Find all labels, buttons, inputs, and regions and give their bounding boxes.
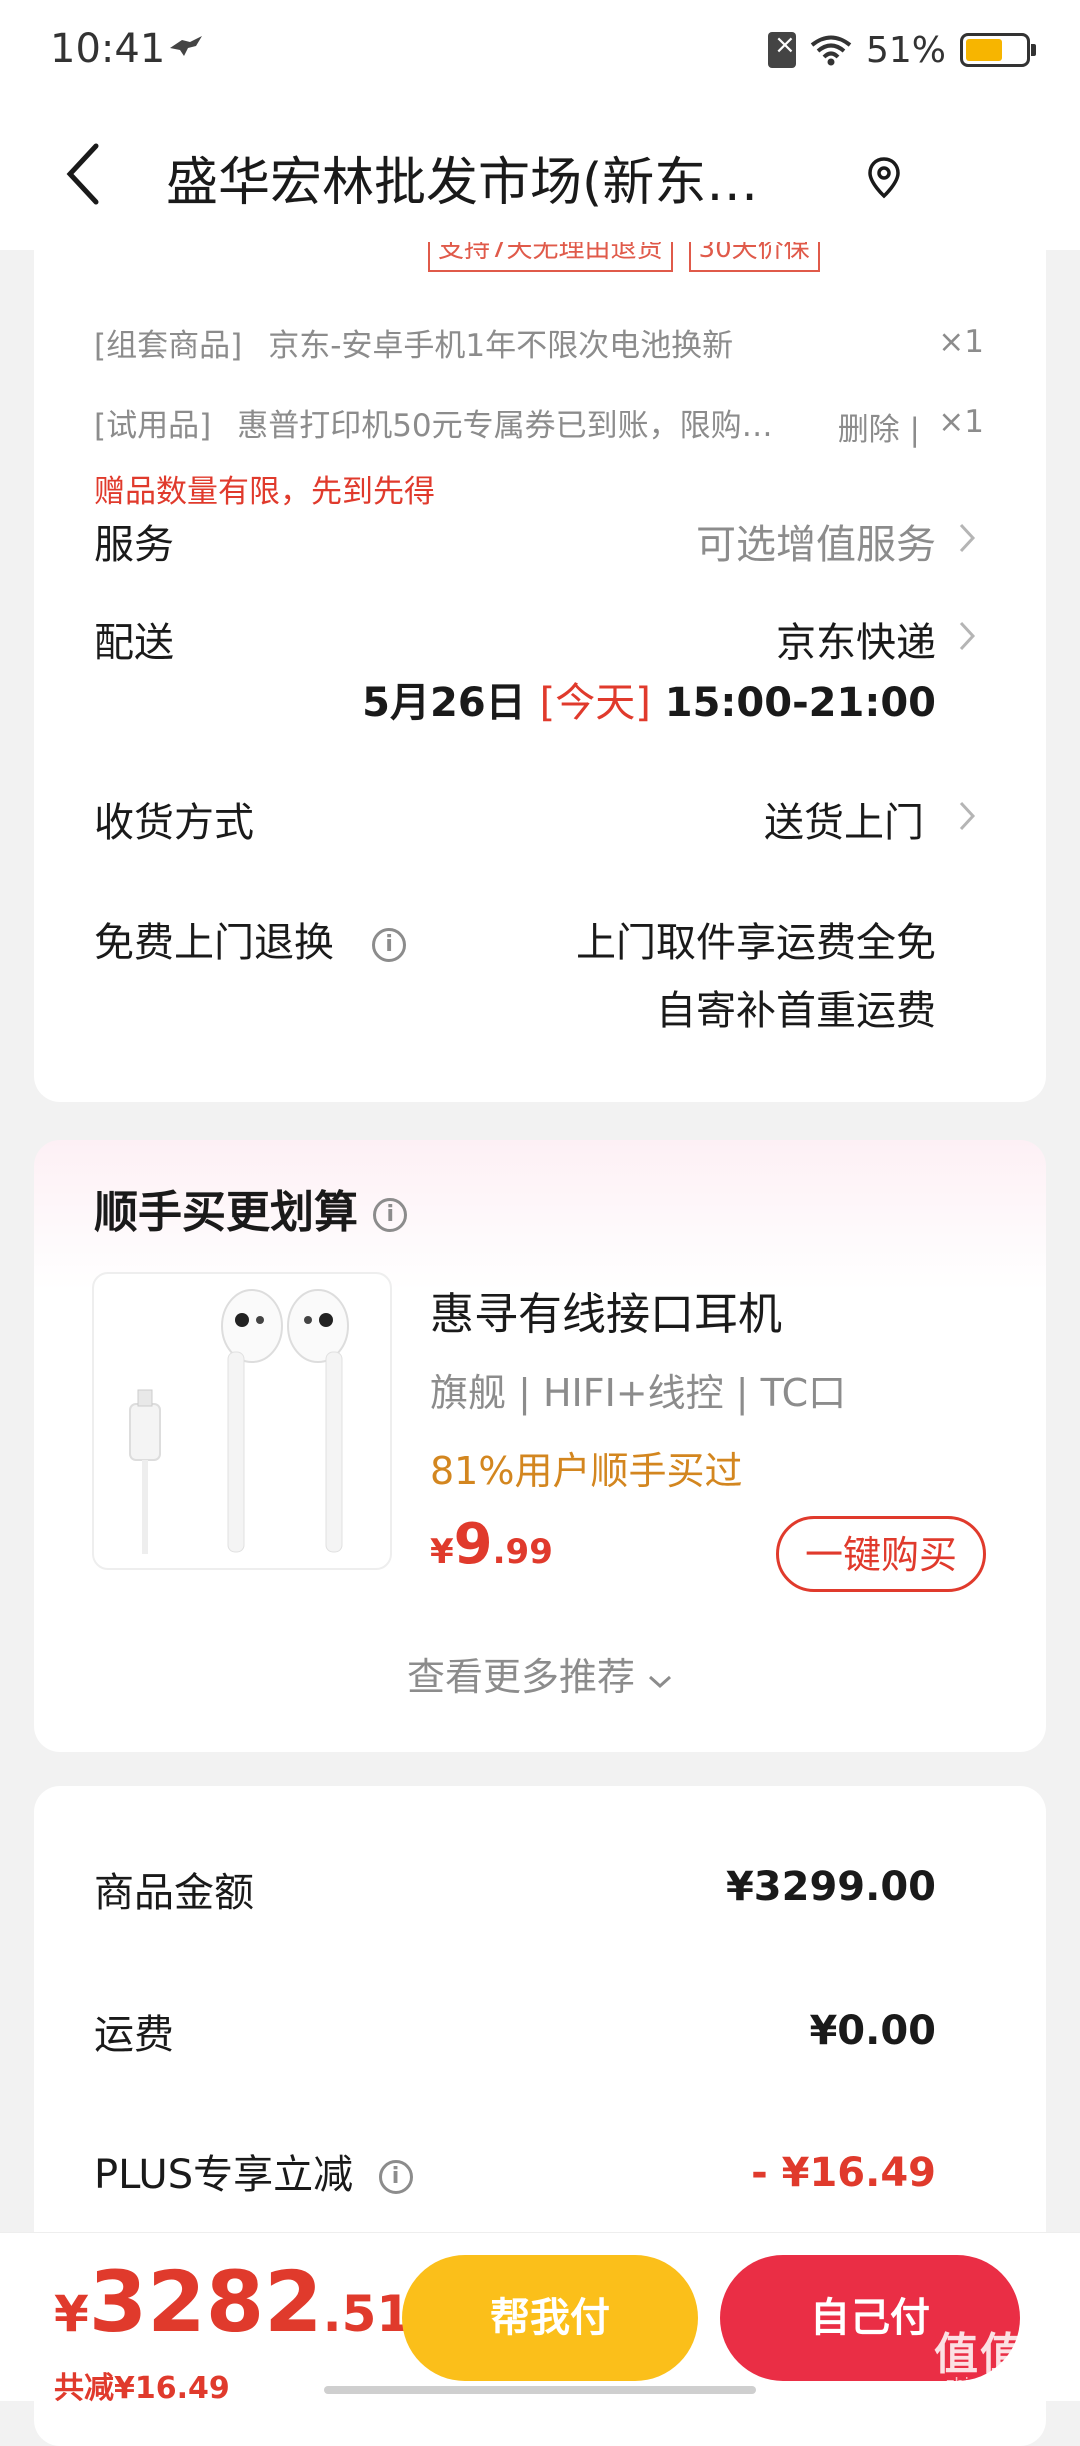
gift-tag: [组套商品] [94, 328, 243, 364]
product-tags: 旗舰 | HIFI+线控 | TC口 [430, 1371, 847, 1415]
notification-bird-icon [170, 36, 202, 56]
earphones-image [129, 1289, 349, 1554]
info-icon[interactable]: i [372, 928, 407, 962]
gift-text: 京东-安卓手机1年不限次电池换新 [268, 328, 734, 364]
recommend-header: 顺手买更划算 i [94, 1176, 408, 1240]
tag-7day-return: 支持7天无理由退货 [428, 242, 673, 272]
delivery-value[interactable]: 京东快递 [776, 610, 936, 668]
amount-value: ¥0.00 [809, 2008, 936, 2054]
receive-label: 收货方式 [94, 800, 254, 846]
gift-tag: [试用品] [94, 408, 212, 444]
status-time: 10:41 [50, 26, 166, 72]
chevron-down-icon [649, 1675, 672, 1689]
receive-value[interactable]: 送货上门 [764, 790, 924, 848]
service-label: 服务 [94, 522, 174, 568]
free-return-line1: 上门取件享运费全免 [576, 920, 936, 966]
delivery-time[interactable]: 5月26日 [今天] 15:00-21:00 [362, 670, 936, 728]
page-title: 盛华宏林批发市场(新东… [166, 153, 759, 213]
plus-discount-value: - ¥16.49 [751, 2150, 936, 2196]
gift-text: 惠普打印机50元专属券已到账，限购… [237, 408, 773, 444]
tag-price-protect: 30天价保 [688, 242, 820, 272]
gift-qty: ×1 [938, 324, 984, 360]
home-indicator[interactable] [324, 2386, 756, 2394]
gift-notice: 赠品数量有限，先到先得 [94, 474, 435, 510]
gift-qty: ×1 [938, 404, 984, 440]
service-value[interactable]: 可选增值服务 [696, 512, 936, 570]
location-pin-icon[interactable] [866, 156, 902, 200]
chevron-right-icon[interactable] [958, 800, 976, 832]
amount-value: ¥3299.00 [725, 1864, 936, 1910]
gift-item-1: [组套商品] 京东-安卓手机1年不限次电池换新 [94, 320, 733, 365]
one-click-buy-button[interactable]: 一键购买 [776, 1516, 986, 1592]
back-arrow-icon[interactable] [62, 142, 106, 206]
free-return-label: 免费上门退换 i [94, 910, 407, 968]
delivery-label: 配送 [94, 620, 174, 666]
chevron-right-icon[interactable] [958, 620, 976, 652]
checkout-bar: ¥3282.51 共减¥16.49 帮我付 自己付 [0, 2232, 1080, 2406]
info-icon[interactable]: i [378, 2160, 413, 2194]
amount-label: 商品金额 [94, 1870, 254, 1916]
gift-item-2: [试用品] 惠普打印机50元专属券已到账，限购… [94, 400, 874, 445]
free-return-line2: 自寄补首重运费 [656, 988, 936, 1034]
product-image[interactable] [92, 1272, 392, 1570]
wifi-icon [810, 35, 852, 66]
info-icon[interactable]: i [373, 1198, 408, 1232]
status-right: 51% [767, 26, 1036, 74]
service-tags: 支持7天无理由退货 30天价保 [428, 242, 820, 272]
product-name[interactable]: 惠寻有线接口耳机 [430, 1278, 782, 1342]
battery-icon [960, 33, 1036, 67]
chevron-right-icon[interactable] [958, 522, 976, 554]
nav-bar: 盛华宏林批发市场(新东… [0, 100, 1080, 250]
recommend-card: 顺手买更划算 i 惠寻有线接口耳机 旗舰 | HIFI+线控 | TC口 81%… [34, 1140, 1046, 1752]
total-saved: 共减¥16.49 [54, 2371, 230, 2406]
order-details-card: 支持7天无理由退货 30天价保 [组套商品] 京东-安卓手机1年不限次电池换新 ×… [34, 242, 1046, 1102]
product-social-proof: 81%用户顺手买过 [430, 1449, 743, 1493]
delivery-today: [今天] [539, 680, 651, 726]
see-more-recommend[interactable]: 查看更多推荐 [34, 1646, 1046, 1701]
amount-label: PLUS专享立减 i [94, 2142, 413, 2200]
product-price: ¥9.99 [430, 1512, 553, 1577]
watermark: 值值值 [934, 2329, 1072, 2380]
amount-label: 运费 [94, 2012, 174, 2058]
help-pay-button[interactable]: 帮我付 [402, 2255, 698, 2381]
gift-delete-button[interactable]: 删除 | [838, 404, 920, 449]
battery-percent: 51% [865, 29, 946, 71]
total-price: ¥3282.51 [54, 2253, 412, 2351]
sim-off-icon [767, 30, 796, 68]
watermark-url: zhizhizhi.com [946, 2374, 1055, 2393]
status-bar: 10:41 51% [0, 0, 1080, 100]
